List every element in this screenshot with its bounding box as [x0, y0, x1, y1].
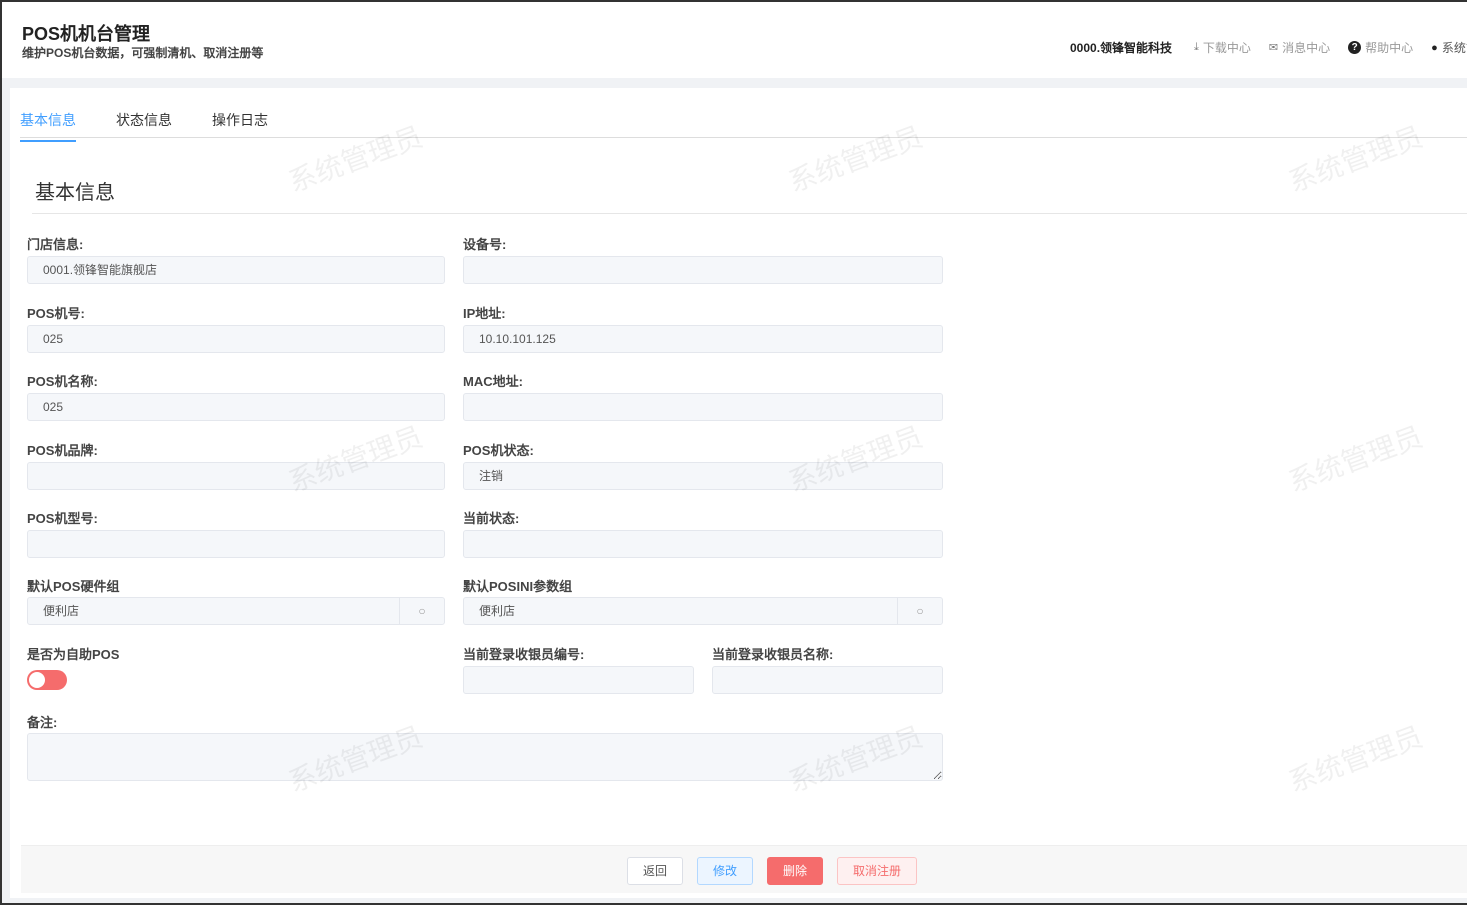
action-bar: 返回 修改 删除 取消注册 [21, 845, 1467, 893]
ini-group-input[interactable]: 便利店 ○ [463, 597, 943, 625]
page-title: POS机机台管理 [22, 24, 151, 44]
pos-name-input[interactable]: 025 [27, 393, 445, 421]
device-no-label: 设备号: [463, 237, 507, 252]
mac-label: MAC地址: [463, 374, 523, 389]
user-icon: ● [1431, 41, 1438, 54]
main-panel: 基本信息 状态信息 操作日志 基本信息 门店信息: 0001.领锋智能旗舰店 设… [10, 88, 1467, 898]
ini-group-label: 默认POSINI参数组 [463, 579, 573, 594]
pos-name-label: POS机名称: [27, 374, 98, 389]
tab-basic-info[interactable]: 基本信息 [20, 110, 76, 142]
hw-group-label: 默认POS硬件组 [27, 579, 120, 594]
section-title: 基本信息 [35, 182, 115, 204]
ip-label: IP地址: [463, 306, 506, 321]
unregister-button[interactable]: 取消注册 [837, 857, 917, 885]
pos-status-label: POS机状态: [463, 443, 534, 458]
remark-textarea[interactable] [27, 733, 943, 781]
header-toolbar: 0000.领锋智能科技 ⤓下载中心 ✉消息中心 ?帮助中心 ●系统管理员 [1070, 39, 1467, 56]
page-header: POS机机台管理 维护POS机台数据，可强制清机、取消注册等 0000.领锋智能… [2, 2, 1467, 78]
device-no-input[interactable] [463, 256, 943, 284]
store-label: 门店信息: [27, 237, 84, 252]
watermark: 系统管理员 [1284, 420, 1427, 498]
download-icon: ⤓ [1194, 41, 1199, 53]
remark-label: 备注: [27, 715, 58, 730]
brand-input[interactable] [27, 462, 445, 490]
pos-status-input[interactable]: 注销 [463, 462, 943, 490]
self-pos-toggle[interactable] [27, 670, 67, 690]
delete-button[interactable]: 删除 [767, 857, 823, 885]
ini-group-value: 便利店 [479, 604, 516, 618]
cashier-no-label: 当前登录收银员编号: [463, 647, 585, 662]
tab-operation-log[interactable]: 操作日志 [212, 110, 268, 140]
pos-no-label: POS机号: [27, 306, 85, 321]
back-button[interactable]: 返回 [627, 857, 683, 885]
download-label: 下载中心 [1202, 41, 1251, 55]
mail-icon: ✉ [1268, 42, 1279, 54]
user-menu[interactable]: ●系统管理员 [1431, 39, 1467, 56]
watermark: 系统管理员 [1284, 720, 1427, 798]
cashier-name-input[interactable] [712, 666, 943, 694]
tab-status-info[interactable]: 状态信息 [116, 110, 172, 140]
search-icon[interactable]: ○ [897, 598, 942, 624]
model-label: POS机型号: [27, 511, 98, 526]
help-icon: ? [1348, 41, 1362, 54]
cashier-name-label: 当前登录收银员名称: [712, 647, 834, 662]
download-center-link[interactable]: ⤓ 下载中心 [1194, 39, 1251, 56]
pos-no-input[interactable]: 025 [27, 325, 445, 353]
mac-input[interactable] [463, 393, 943, 421]
hw-group-input[interactable]: 便利店 ○ [27, 597, 445, 625]
model-input[interactable] [27, 530, 445, 558]
org-name[interactable]: 0000.领锋智能科技 [1070, 39, 1172, 56]
store-input[interactable]: 0001.领锋智能旗舰店 [27, 256, 445, 284]
help-center-link[interactable]: ? 帮助中心 [1348, 39, 1413, 56]
self-pos-label: 是否为自助POS [27, 647, 120, 662]
user-label: 系统管理员 [1441, 41, 1467, 55]
hw-group-value: 便利店 [43, 604, 80, 618]
help-label: 帮助中心 [1365, 41, 1414, 55]
tab-bar: 基本信息 状态信息 操作日志 [20, 88, 1467, 142]
page-subtitle: 维护POS机台数据，可强制清机、取消注册等 [22, 46, 264, 60]
message-center-link[interactable]: ✉ 消息中心 [1269, 39, 1330, 56]
current-status-label: 当前状态: [463, 511, 520, 526]
cashier-no-input[interactable] [463, 666, 694, 694]
current-status-input[interactable] [463, 530, 943, 558]
ip-input[interactable]: 10.10.101.125 [463, 325, 943, 353]
brand-label: POS机品牌: [27, 443, 98, 458]
messages-label: 消息中心 [1282, 41, 1331, 55]
search-icon[interactable]: ○ [399, 598, 444, 624]
edit-button[interactable]: 修改 [697, 857, 753, 885]
divider [32, 213, 1467, 214]
